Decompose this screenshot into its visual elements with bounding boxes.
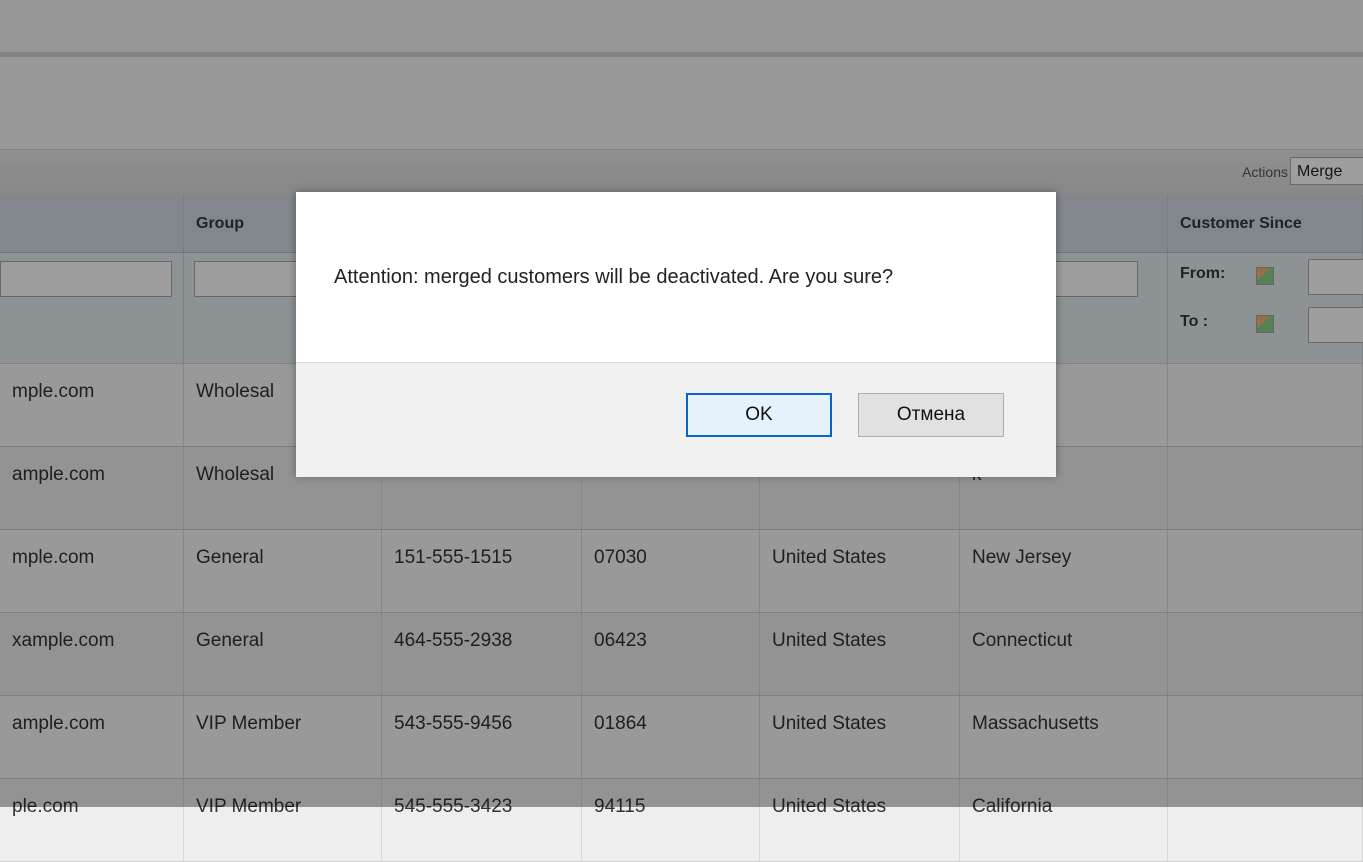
ok-button[interactable]: OK <box>686 393 832 437</box>
dialog-body: Attention: merged customers will be deac… <box>296 192 1056 362</box>
dialog-message: Attention: merged customers will be deac… <box>334 266 894 288</box>
dialog-footer: OK Отмена <box>296 362 1056 477</box>
confirm-dialog: Attention: merged customers will be deac… <box>296 192 1056 477</box>
cancel-button[interactable]: Отмена <box>858 393 1004 437</box>
